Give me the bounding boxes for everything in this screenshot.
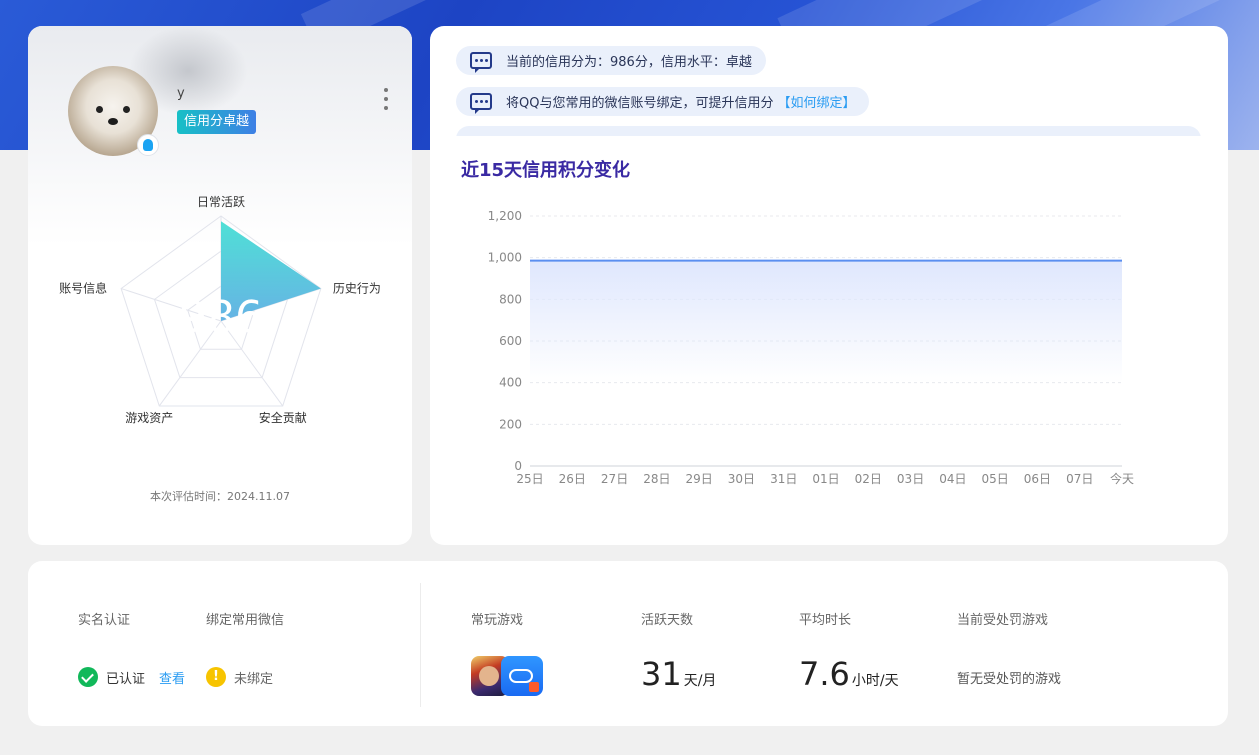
realname-label: 实名认证 [78, 613, 131, 628]
chart-area-fill [530, 260, 1122, 383]
avg-duration-unit: 小时/天 [851, 673, 899, 689]
realname-status: 已认证 查看 [78, 665, 185, 689]
radar-label-account-info: 账号信息 [59, 281, 107, 296]
y-tick-label: 200 [499, 417, 522, 431]
avg-duration-value: 7.6 [799, 655, 850, 693]
profile-card: y 信用分卓越 986 日常活跃 历史行为 安全贡献 游戏资产 账号信息 本次评… [28, 26, 412, 545]
avg-duration: 7.6 小时/天 [799, 655, 899, 693]
qq-icon [137, 134, 159, 156]
wechat-bind-label: 绑定常用微信 [206, 613, 285, 628]
active-days: 31 天/月 [641, 655, 716, 693]
credit-trend-chart: 0 200 400 600 800 1,000 1,200 25日 26日 27日 28日 29日 3… [488, 209, 1134, 486]
x-tick-label: 27日 [601, 472, 628, 486]
y-tick-label: 400 [499, 376, 522, 390]
message-icon [470, 93, 492, 114]
divider [420, 583, 421, 707]
x-tick-label: 04日 [939, 472, 966, 486]
view-realname-link[interactable]: 查看 [159, 668, 185, 687]
x-tick-label: 06日 [1024, 472, 1051, 486]
radar-label-security: 安全贡献 [259, 410, 307, 425]
x-tick-label: 今天 [1110, 471, 1134, 486]
credit-radar-chart: 986 日常活跃 历史行为 安全贡献 游戏资产 账号信息 [59, 195, 381, 425]
chart-title: 近15天信用积分变化 [461, 160, 631, 181]
credit-level-badge: 信用分卓越 [177, 110, 257, 134]
credit-score: 986 [179, 292, 263, 343]
wechat-status: ! 未绑定 [206, 665, 273, 689]
game-center-icon[interactable] [501, 656, 543, 696]
avg-duration-label: 平均时长 [799, 613, 852, 628]
x-tick-label: 28日 [643, 472, 670, 486]
notice-scroll-next [456, 126, 1201, 136]
frequent-games-label: 常玩游戏 [471, 613, 524, 628]
x-tick-label: 26日 [559, 472, 586, 486]
y-tick-label: 600 [499, 334, 522, 348]
penalty-games-value: 暂无受处罚的游戏 [957, 672, 1062, 687]
active-days-value: 31 [641, 655, 682, 693]
penalty-games-label: 当前受处罚游戏 [957, 613, 1049, 628]
warning-icon: ! [206, 667, 226, 687]
notice-score: 当前的信用分为：986分，信用水平：卓越 [456, 46, 766, 75]
y-tick-label: 800 [499, 292, 522, 306]
notice-bind-wechat: 将QQ与您常用的微信账号绑定，可提升信用分 【如何绑定】 [456, 87, 870, 116]
radar-label-game-assets: 游戏资产 [125, 411, 173, 425]
wechat-status-text: 未绑定 [234, 671, 274, 687]
active-days-unit: 天/月 [683, 673, 717, 689]
x-tick-label: 07日 [1066, 472, 1093, 486]
evaluation-time: 本次评估时间：2024.11.07 [150, 490, 290, 503]
notice-bind-text: 将QQ与您常用的微信账号绑定，可提升信用分 [506, 96, 774, 111]
notice-score-text: 当前的信用分为：986分，信用水平：卓越 [506, 55, 752, 70]
credit-chart-card: 当前的信用分为：986分，信用水平：卓越 将QQ与您常用的微信账号绑定，可提升信… [430, 26, 1228, 545]
active-days-label: 活跃天数 [641, 613, 694, 628]
username: y [177, 86, 185, 101]
more-options-icon[interactable] [382, 88, 390, 110]
x-tick-label: 01日 [812, 472, 839, 486]
x-tick-label: 29日 [686, 472, 713, 486]
y-tick-label: 1,200 [488, 209, 522, 223]
x-tick-label: 02日 [855, 472, 882, 486]
radar-label-history: 历史行为 [333, 282, 381, 296]
account-summary-card: 实名认证 绑定常用微信 已认证 查看 ! 未绑定 常玩游戏 活跃天数 平均时长 … [28, 561, 1228, 726]
x-tick-label: 03日 [897, 472, 924, 486]
frequent-games [471, 656, 543, 696]
x-tick-label: 05日 [982, 472, 1009, 486]
x-tick-label: 31日 [770, 472, 797, 486]
y-tick-label: 0 [514, 459, 522, 473]
y-tick-label: 1,000 [488, 251, 522, 265]
message-icon [470, 52, 492, 73]
realname-status-text: 已认证 [106, 671, 146, 687]
x-tick-label: 30日 [728, 472, 755, 486]
x-tick-label: 25日 [516, 472, 543, 486]
radar-label-daily-active: 日常活跃 [197, 195, 245, 209]
check-circle-icon [78, 667, 98, 687]
how-to-bind-link[interactable]: 【如何绑定】 [777, 92, 855, 111]
